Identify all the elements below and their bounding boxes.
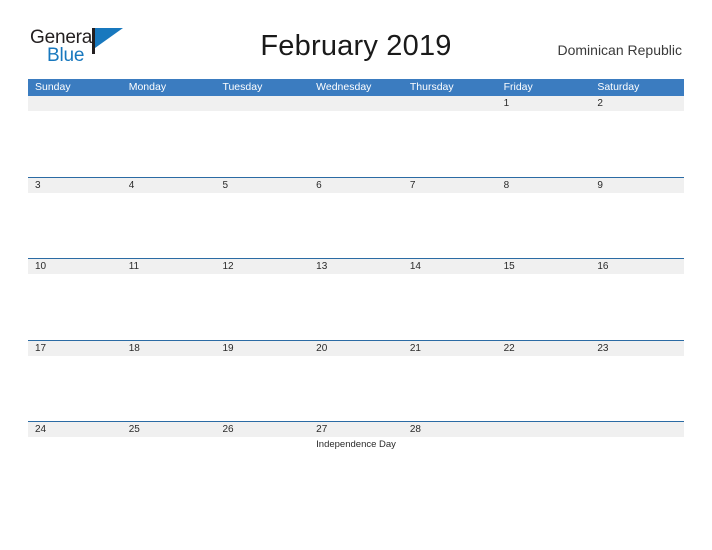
weekday-header-tuesday: Tuesday — [222, 81, 263, 93]
page-header: General Blue February 2019 Dominican Rep… — [0, 0, 712, 65]
weekday-header-monday: Monday — [128, 81, 167, 93]
day-cell[interactable]: 23 — [590, 341, 684, 422]
day-number: 14 — [409, 261, 421, 272]
day-cell[interactable]: 1 — [497, 96, 591, 177]
weekday-header-friday: Friday — [503, 81, 533, 93]
day-cell[interactable]: 3 — [28, 178, 122, 259]
day-cell[interactable]: 16 — [590, 259, 684, 340]
day-number: 9 — [597, 179, 603, 191]
week-cells: 10 11 12 13 14 15 16 — [28, 259, 684, 340]
day-cell[interactable]: 10 — [28, 259, 122, 340]
day-number: 10 — [35, 261, 47, 272]
day-number: 21 — [409, 342, 421, 354]
weekday-header-row: Sunday Monday Tuesday Wednesday Thursday Frid… — [28, 79, 684, 96]
calendar-week-row: 17 18 19 20 21 22 23 — [28, 339, 684, 422]
day-cell[interactable]: 20 — [309, 341, 403, 422]
day-number: 17 — [35, 342, 47, 354]
day-number: 15 — [503, 261, 515, 272]
day-cell[interactable]: 25 — [122, 422, 216, 503]
day-cell[interactable]: 13 — [309, 259, 403, 340]
day-cell-empty — [309, 96, 403, 177]
day-cell-empty — [28, 96, 122, 177]
day-number: 8 — [503, 179, 510, 191]
weekday-header-sunday: Sunday — [35, 81, 71, 93]
day-cell[interactable]: 18 — [122, 341, 216, 422]
day-cell[interactable]: 19 — [215, 341, 309, 422]
week-cells: 3 4 5 6 7 8 9 — [28, 178, 684, 259]
day-number: 20 — [316, 342, 328, 354]
day-number: 18 — [128, 342, 140, 354]
calendar-week-row: 3 4 5 6 7 8 9 — [28, 176, 684, 259]
day-number: 6 — [316, 179, 322, 191]
day-number: 24 — [35, 424, 47, 435]
calendar-week-row: 12 — [28, 96, 684, 177]
day-number: 7 — [409, 179, 416, 191]
day-number: 16 — [597, 261, 609, 272]
weekday-header-wednesday: Wednesday — [316, 81, 372, 93]
country-label: Dominican Republic — [557, 42, 682, 58]
day-number: 26 — [222, 424, 234, 435]
day-number: 1 — [503, 98, 510, 109]
day-cell[interactable]: 9 — [590, 178, 684, 259]
day-number: 22 — [503, 342, 515, 354]
day-cell-empty — [590, 422, 684, 503]
day-cell[interactable]: 11 — [122, 259, 216, 340]
day-cell[interactable]: 26 — [215, 422, 309, 503]
day-number: 3 — [35, 179, 41, 191]
calendar-grid: Sunday Monday Tuesday Wednesday Thursday Frid… — [28, 79, 684, 503]
day-cell[interactable]: 2 — [590, 96, 684, 177]
week-cells: 17 18 19 20 21 22 23 — [28, 341, 684, 422]
calendar-weeks: 1 2 3 4 5 6 7 8 9 10 11 12 13 14 15 16 17 18 19 20 21 22 23 24 2… — [28, 96, 684, 503]
day-cell[interactable]: 7 — [403, 178, 497, 259]
day-number: 13 — [316, 261, 328, 272]
holiday-label: Independence Day — [316, 439, 396, 450]
calendar-page: General Blue February 2019 Dominican Rep… — [0, 0, 712, 550]
day-cell[interactable]: 17 — [28, 341, 122, 422]
calendar-week-row: 10 11 12 13 14 15 16 — [28, 258, 684, 340]
day-number: 12 — [222, 261, 234, 272]
day-cell[interactable]: 28 — [403, 422, 497, 503]
day-number: 28 — [409, 424, 421, 435]
day-cell[interactable]: 24 — [28, 422, 122, 503]
day-cell[interactable]: 27 Independence Day — [309, 422, 403, 503]
weekday-header-saturday: Saturday — [597, 81, 640, 93]
weekday-header-thursday: Thursday — [409, 81, 454, 93]
day-cell[interactable]: 15 — [497, 259, 591, 340]
day-number: 19 — [222, 342, 234, 354]
day-cell[interactable]: 6 — [309, 178, 403, 259]
calendar-week-row: 24 25 26 27 Independence Day 28 — [28, 421, 684, 503]
day-number: 27 — [316, 424, 328, 435]
day-cell[interactable]: 4 — [122, 178, 216, 259]
day-cell[interactable]: 22 — [497, 341, 591, 422]
day-number: 25 — [128, 424, 140, 435]
day-cell-empty — [403, 96, 497, 177]
day-number: 2 — [597, 98, 603, 109]
day-number: 4 — [128, 179, 135, 191]
day-number: 23 — [597, 342, 609, 354]
day-cell[interactable]: 5 — [215, 178, 309, 259]
day-cell-empty — [215, 96, 309, 177]
day-cell[interactable]: 14 — [403, 259, 497, 340]
day-number: 11 — [128, 261, 140, 272]
week-cells: 24 25 26 27 Independence Day 28 — [28, 422, 684, 503]
day-cell[interactable]: 12 — [215, 259, 309, 340]
week-cells: 12 — [28, 96, 684, 177]
day-number: 5 — [222, 179, 228, 191]
day-cell[interactable]: 21 — [403, 341, 497, 422]
day-cell-empty — [122, 96, 216, 177]
day-cell[interactable]: 8 — [497, 178, 591, 259]
day-cell-empty — [497, 422, 591, 503]
